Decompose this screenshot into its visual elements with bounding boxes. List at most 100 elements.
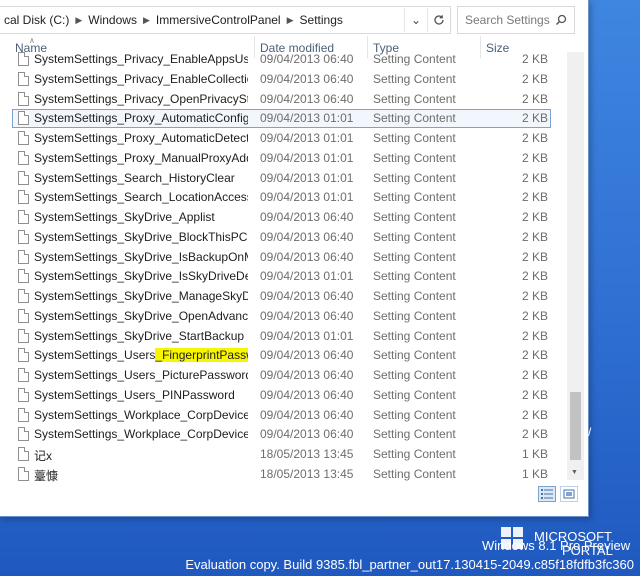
file-row[interactable]: SystemSettings_Search_LocationAccess 09/0…	[0, 188, 566, 207]
view-toggle-group	[538, 486, 578, 502]
refresh-icon[interactable]	[427, 8, 450, 32]
file-row[interactable]: SystemSettings_SkyDrive_StartBackup 09/04…	[0, 327, 566, 346]
file-date: 09/04/2013 06:40	[260, 308, 354, 323]
file-date: 09/04/2013 06:40	[260, 348, 354, 363]
file-name: SystemSettings_SkyDrive_IsBackupOnMe...	[34, 249, 248, 264]
scroll-down-arrow-icon[interactable]: ▼	[571, 469, 578, 476]
breadcrumb-windows[interactable]: Windows	[84, 13, 141, 27]
file-size: 2 KB	[521, 111, 548, 126]
file-row[interactable]: SystemSettings_Privacy_EnableCollection.…	[0, 70, 566, 89]
file-icon	[18, 289, 29, 303]
file-type: Setting Content	[373, 190, 456, 205]
chevron-right-icon[interactable]: ▶	[285, 15, 296, 26]
file-size: 2 KB	[521, 328, 548, 343]
file-icon	[18, 447, 29, 461]
file-row[interactable]: 薹慷 18/05/2013 13:45 Setting Content 1 KB	[0, 465, 566, 484]
file-row[interactable]: SystemSettings_Proxy_AutomaticConfigS...…	[0, 109, 566, 129]
file-name: SystemSettings_Privacy_EnableAppsUse...	[34, 52, 248, 66]
file-type: Setting Content	[373, 52, 456, 66]
file-icon	[18, 368, 29, 382]
file-size: 2 KB	[521, 150, 548, 165]
file-date: 18/05/2013 13:45	[260, 466, 354, 481]
chevron-right-icon[interactable]: ▶	[141, 15, 152, 26]
file-size: 2 KB	[521, 368, 548, 382]
scrollbar-thumb[interactable]	[570, 392, 581, 460]
file-name: SystemSettings_SkyDrive_BlockThisPCBa...	[34, 229, 248, 244]
file-icon	[18, 249, 29, 264]
file-row[interactable]: SystemSettings_Privacy_OpenPrivacyStat..…	[0, 90, 566, 109]
file-size: 2 KB	[521, 289, 548, 303]
file-size: 1 KB	[521, 447, 548, 461]
file-date: 09/04/2013 06:40	[260, 91, 354, 106]
file-row[interactable]: SystemSettings_Workplace_CorpDevice... 09…	[0, 406, 566, 425]
file-type: Setting Content	[373, 71, 456, 86]
file-row[interactable]: SystemSettings_Privacy_EnableAppsUse... 0…	[0, 52, 566, 69]
file-row[interactable]: SystemSettings_Users_PINPassword 09/04/20…	[0, 386, 566, 405]
file-row[interactable]: SystemSettings_SkyDrive_IsSkyDriveDefa..…	[0, 267, 566, 286]
file-type: Setting Content	[373, 111, 456, 126]
file-row[interactable]: SystemSettings_Workplace_CorpDeviceR... 0…	[0, 425, 566, 444]
search-input[interactable]: Search Settings	[458, 13, 552, 27]
file-icon	[18, 466, 29, 481]
file-name: SystemSettings_Search_LocationAccess	[34, 190, 248, 205]
file-name: SystemSettings_Workplace_CorpDevice...	[34, 407, 248, 422]
file-icon	[18, 52, 29, 66]
file-icon	[18, 328, 29, 343]
file-type: Setting Content	[373, 249, 456, 264]
chevron-right-icon[interactable]: ▶	[73, 15, 84, 26]
file-type: Setting Content	[373, 427, 456, 442]
file-row[interactable]: SystemSettings_SkyDrive_Applist 09/04/201…	[0, 208, 566, 227]
file-size: 2 KB	[521, 170, 548, 185]
file-date: 09/04/2013 01:01	[260, 170, 354, 185]
file-name: SystemSettings_Privacy_EnableCollection.…	[34, 71, 248, 86]
large-icons-view-icon[interactable]	[560, 486, 578, 502]
file-row[interactable]: SystemSettings_SkyDrive_IsBackupOnMe... 0…	[0, 248, 566, 267]
file-icon	[18, 308, 29, 323]
sort-ascending-icon: ∧	[29, 36, 35, 45]
search-icon[interactable]	[552, 11, 570, 29]
file-type: Setting Content	[373, 407, 456, 422]
file-date: 09/04/2013 06:40	[260, 289, 354, 303]
file-date: 09/04/2013 06:40	[260, 407, 354, 422]
file-name: SystemSettings_SkyDrive_ManageSkyDriv...	[34, 289, 248, 303]
file-type: Setting Content	[373, 348, 456, 363]
file-row[interactable]: SystemSettings_Proxy_ManualProxyAddr... 0…	[0, 149, 566, 168]
file-icon	[18, 229, 29, 244]
vertical-scrollbar[interactable]: ▼	[567, 52, 584, 480]
file-row[interactable]: SystemSettings_Users_FingerprintPassword…	[0, 346, 566, 365]
file-date: 09/04/2013 06:40	[260, 210, 354, 224]
file-type: Setting Content	[373, 466, 456, 481]
file-row[interactable]: SystemSettings_Users_PicturePassword 09/0…	[0, 366, 566, 385]
address-bar[interactable]: cal Disk (C:) ▶ Windows ▶ ImmersiveContr…	[0, 6, 451, 34]
file-date: 18/05/2013 13:45	[260, 447, 354, 461]
file-date: 09/04/2013 06:40	[260, 368, 354, 382]
file-icon	[18, 150, 29, 165]
file-name: 记x	[34, 449, 53, 463]
file-size: 1 KB	[521, 466, 548, 481]
file-row[interactable]: SystemSettings_Proxy_AutomaticDetection 0…	[0, 129, 566, 148]
file-list: SystemSettings_Privacy_EnableAppsUse... 0…	[0, 52, 566, 484]
chevron-down-icon[interactable]: ⌄	[404, 8, 427, 32]
file-row[interactable]: SystemSettings_Search_HistoryClear 09/04/…	[0, 169, 566, 188]
file-size: 2 KB	[521, 190, 548, 205]
breadcrumb-immersive-control-panel[interactable]: ImmersiveControlPanel	[152, 13, 285, 27]
breadcrumb-settings[interactable]: Settings	[296, 13, 347, 27]
file-icon	[18, 407, 29, 422]
search-box[interactable]: Search Settings	[457, 6, 575, 34]
details-view-icon[interactable]	[538, 486, 556, 502]
file-size: 2 KB	[521, 348, 548, 363]
file-row[interactable]: SystemSettings_SkyDrive_OpenAdvanced... 0…	[0, 307, 566, 326]
file-size: 2 KB	[521, 427, 548, 442]
file-date: 09/04/2013 06:40	[260, 52, 354, 66]
file-size: 2 KB	[521, 52, 548, 66]
file-row[interactable]: 记x 18/05/2013 13:45 Setting Content 1 KB	[0, 445, 566, 464]
file-name: SystemSettings_SkyDrive_Applist	[34, 210, 215, 224]
file-row[interactable]: SystemSettings_SkyDrive_BlockThisPCBa...…	[0, 228, 566, 247]
file-date: 09/04/2013 01:01	[260, 328, 354, 343]
file-icon	[18, 91, 29, 106]
file-type: Setting Content	[373, 447, 456, 461]
file-row[interactable]: SystemSettings_SkyDrive_ManageSkyDriv...…	[0, 287, 566, 306]
file-icon	[18, 111, 29, 126]
breadcrumb-local-disk[interactable]: cal Disk (C:)	[0, 13, 73, 27]
file-name: SystemSettings_Proxy_AutomaticConfigS...	[34, 111, 248, 126]
